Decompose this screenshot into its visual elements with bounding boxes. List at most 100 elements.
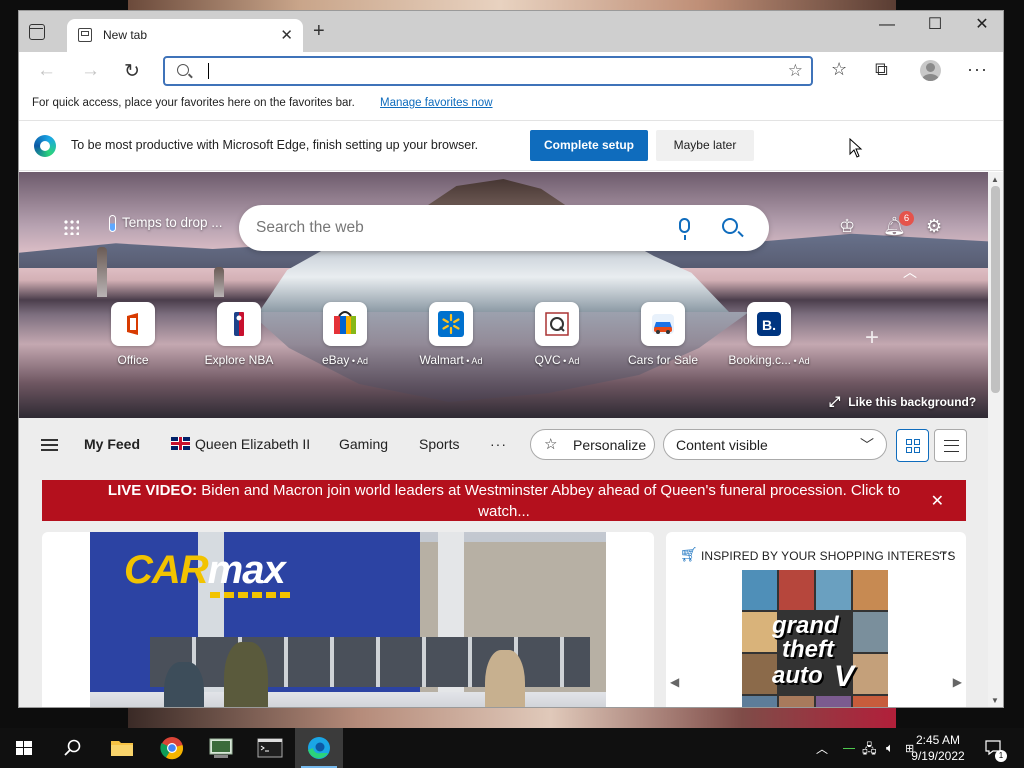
add-favorite-icon[interactable]: ☆ [788, 61, 803, 81]
weather-text: Temps to drop ... [122, 215, 223, 231]
carousel-left-icon[interactable]: ◀ [670, 675, 679, 689]
close-window-icon[interactable]: ✕ [959, 11, 1003, 41]
taskbar-chrome[interactable] [148, 728, 196, 768]
page-settings-gear-icon[interactable]: ⚙ [926, 216, 942, 237]
taskbar-app[interactable] [197, 728, 245, 768]
terminal-icon [257, 738, 283, 758]
tab-new-tab[interactable]: New tab ✕ [67, 19, 303, 52]
forward-icon[interactable]: → [81, 60, 100, 82]
quick-links: Office Explore NBA eBay • Ad Walmart • A… [79, 302, 839, 372]
scroll-down-icon[interactable]: ▼ [991, 696, 999, 705]
taskbar-edge[interactable] [295, 728, 343, 768]
close-icon[interactable]: ✕ [931, 491, 944, 512]
page-scrollbar[interactable]: ▲ ▼ [988, 172, 1003, 707]
tab-queen-elizabeth[interactable]: Queen Elizabeth II [171, 436, 310, 452]
list-view-button[interactable] [934, 429, 967, 462]
tab-my-feed[interactable]: My Feed [84, 436, 140, 452]
address-input[interactable] [205, 61, 765, 81]
settings-more-icon[interactable]: ··· [967, 59, 988, 80]
add-quick-link-icon[interactable]: + [865, 324, 879, 352]
carousel-right-icon[interactable]: ▶ [953, 675, 962, 689]
browser-toolbar: ← → ↻ ☆ ☆ ⧉ ··· [19, 52, 1003, 90]
person [224, 642, 268, 707]
live-video-headline: Biden and Macron join world leaders at W… [201, 482, 901, 520]
quick-link-cars-for-sale[interactable]: Cars for Sale [609, 302, 717, 372]
walmart-icon [429, 302, 473, 346]
sign-stripe [210, 592, 290, 598]
taskbar-search[interactable] [48, 728, 96, 768]
web-search-placeholder: Search the web [256, 219, 364, 236]
microphone-icon[interactable] [679, 218, 690, 240]
address-bar[interactable]: ☆ [163, 56, 813, 86]
chevron-up-icon[interactable]: ︿ [816, 740, 828, 757]
maximize-icon[interactable]: ☐ [912, 11, 958, 41]
tufa-spire [97, 247, 107, 297]
feed-more-icon[interactable]: ··· [490, 436, 507, 452]
weather-widget[interactable]: Temps to drop ... [109, 215, 223, 232]
quick-link-label: Office [117, 353, 149, 367]
apps-grid-icon[interactable] [63, 219, 79, 235]
complete-setup-button[interactable]: Complete setup [530, 130, 648, 161]
quick-link-nba[interactable]: Explore NBA [185, 302, 293, 372]
notification-count-badge: 1 [995, 750, 1007, 762]
grid-view-button[interactable] [896, 429, 929, 462]
scroll-up-icon[interactable]: ▲ [991, 175, 999, 184]
taskbar-terminal[interactable] [246, 728, 294, 768]
new-tab-icon[interactable]: + [313, 21, 325, 41]
list-view-icon [944, 440, 959, 452]
more-options-icon[interactable]: ··· [938, 544, 952, 560]
battery-icon[interactable] [843, 748, 855, 749]
favorites-icon[interactable]: ☆ [831, 59, 847, 80]
quick-link-office[interactable]: Office [79, 302, 187, 372]
close-tab-icon[interactable]: ✕ [280, 26, 293, 44]
content-visibility-dropdown[interactable]: Content visible ﹀ [663, 429, 887, 460]
volume-icon[interactable]: 🔈︎ [886, 740, 894, 756]
minimize-icon[interactable]: — [864, 11, 910, 41]
news-card[interactable]: CARmax [42, 532, 654, 707]
personalize-button[interactable]: ☆ Personalize [530, 429, 655, 460]
personalize-label: Personalize [573, 437, 647, 453]
chevron-up-icon[interactable]: ︿ [903, 262, 917, 282]
scrollbar-thumb[interactable] [991, 186, 1000, 393]
clock[interactable]: 2:45 AM 9/19/2022 [896, 732, 980, 764]
quick-link-ebay[interactable]: eBay • Ad [291, 302, 399, 372]
profile-avatar[interactable] [920, 60, 941, 81]
web-search-box[interactable]: Search the web [239, 205, 769, 251]
like-background-button[interactable]: ⤢ Like this background? [829, 393, 976, 410]
feed-menu-icon[interactable] [41, 439, 58, 451]
thermometer-icon [109, 215, 116, 232]
shopping-card[interactable]: 🛒︎ INSPIRED BY YOUR SHOPPING INTERESTS ·… [666, 532, 966, 707]
taskbar-file-explorer[interactable] [98, 728, 146, 768]
refresh-icon[interactable]: ↻ [124, 60, 140, 83]
network-icon[interactable]: 🖧︎ [862, 740, 877, 762]
manage-favorites-link[interactable]: Manage favorites now [380, 97, 493, 109]
tab-gaming[interactable]: Gaming [339, 436, 388, 452]
nba-icon [217, 302, 261, 346]
quick-link-label: Cars for Sale [627, 353, 699, 367]
live-video-banner[interactable]: LIVE VIDEO: Biden and Macron join world … [42, 480, 966, 521]
clock-date: 9/19/2022 [911, 749, 965, 763]
rewards-icon[interactable]: ♔ [839, 216, 855, 237]
new-tab-page: Temps to drop ... Search the web ♔ 🔔︎ 6 … [19, 172, 1003, 707]
monitor-app-icon [209, 738, 233, 758]
product-title-word: auto [772, 662, 823, 689]
tab-actions-icon[interactable] [29, 24, 45, 40]
quick-link-label: Booking.c... • Ad [728, 353, 810, 367]
live-video-label: LIVE VIDEO: [107, 482, 198, 499]
sparkle-star-icon: ☆ [544, 436, 558, 453]
edge-window: New tab ✕ + — ☐ ✕ ← → ↻ ☆ ☆ ⧉ ··· For qu… [18, 10, 1004, 708]
collections-icon[interactable]: ⧉ [875, 59, 888, 80]
search-icon[interactable] [722, 218, 738, 234]
tab-title: New tab [103, 28, 148, 42]
product-image: grand theft auto V [742, 570, 888, 707]
quick-link-walmart[interactable]: Walmart • Ad [397, 302, 505, 372]
quick-link-booking[interactable]: B. Booking.c... • Ad [715, 302, 823, 372]
news-card-image: CARmax [90, 532, 606, 707]
quick-link-label: Walmart • Ad [419, 353, 483, 367]
back-icon[interactable]: ← [37, 60, 56, 82]
maybe-later-button[interactable]: Maybe later [656, 130, 754, 161]
start-button[interactable] [0, 728, 48, 768]
tab-sports[interactable]: Sports [419, 436, 459, 452]
tufa-spire [214, 267, 224, 297]
quick-link-qvc[interactable]: QVC • Ad [503, 302, 611, 372]
